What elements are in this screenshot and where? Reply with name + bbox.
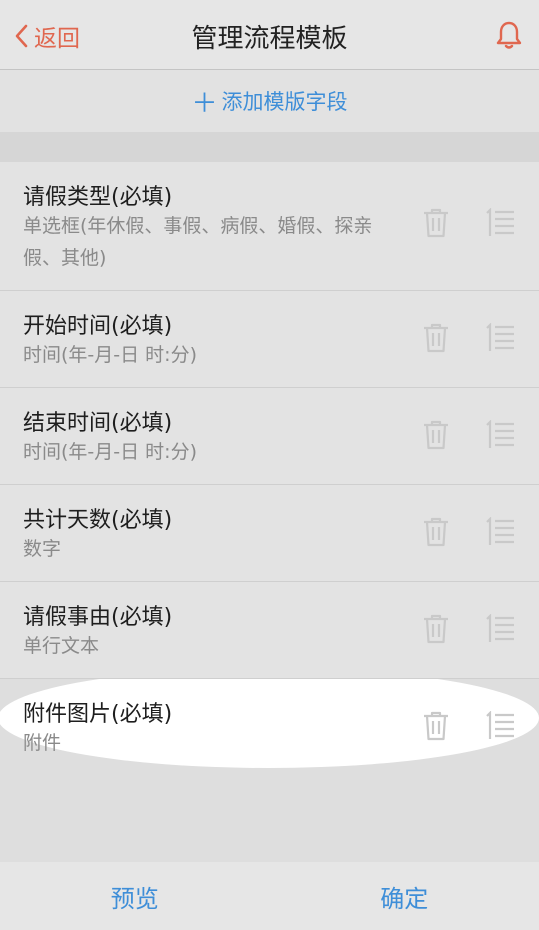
field-type: 时间(年-月-日 时:分)	[23, 344, 197, 366]
add-field-label: 添加模版字段	[221, 90, 348, 114]
field-row-leave-reason[interactable]: 请假事由(必填) 单行文本	[0, 582, 539, 679]
field-name: 附件图片(必填)	[23, 702, 173, 727]
trash-icon[interactable]	[421, 613, 451, 645]
plus-icon: ＋	[191, 88, 218, 119]
field-type: 单行文本	[23, 635, 100, 657]
field-name: 请假事由(必填)	[23, 605, 173, 630]
notification-bell-button[interactable]	[496, 20, 522, 54]
field-type: 附件	[23, 732, 62, 754]
trash-icon[interactable]	[421, 207, 451, 239]
sort-list-icon[interactable]	[484, 517, 516, 547]
trash-icon[interactable]	[421, 516, 451, 548]
trash-icon[interactable]	[421, 322, 451, 354]
field-row-total-days[interactable]: 共计天数(必填) 数字	[0, 485, 539, 582]
field-row-leave-type[interactable]: 请假类型(必填) 单选框(年休假、事假、病假、婚假、探亲假、其他)	[0, 162, 539, 291]
sort-list-icon[interactable]	[484, 420, 516, 450]
trash-icon[interactable]	[421, 710, 451, 742]
field-name: 开始时间(必填)	[23, 314, 173, 339]
confirm-button[interactable]: 确定	[270, 862, 539, 930]
field-list: 请假类型(必填) 单选框(年休假、事假、病假、婚假、探亲假、其他) 开始时间(必…	[0, 162, 539, 776]
section-divider	[0, 132, 539, 162]
page-title: 管理流程模板	[191, 24, 348, 54]
field-type: 时间(年-月-日 时:分)	[23, 441, 197, 463]
sort-list-icon[interactable]	[484, 323, 516, 353]
field-row-attachment[interactable]: 附件图片(必填) 附件	[0, 679, 539, 776]
sort-list-icon[interactable]	[484, 208, 516, 238]
sort-list-icon[interactable]	[484, 711, 516, 741]
field-type: 数字	[23, 538, 62, 560]
field-type: 单选框(年休假、事假、病假、婚假、探亲假、其他)	[23, 215, 373, 269]
field-row-start-time[interactable]: 开始时间(必填) 时间(年-月-日 时:分)	[0, 291, 539, 388]
add-template-field-button[interactable]: ＋ 添加模版字段	[0, 70, 539, 132]
bell-icon	[496, 21, 522, 49]
field-row-end-time[interactable]: 结束时间(必填) 时间(年-月-日 时:分)	[0, 388, 539, 485]
trash-icon[interactable]	[421, 419, 451, 451]
bottom-action-bar: 预览 确定	[0, 862, 539, 930]
field-name: 结束时间(必填)	[23, 411, 173, 436]
sort-list-icon[interactable]	[484, 614, 516, 644]
field-name: 共计天数(必填)	[23, 508, 173, 533]
top-bar: 返回 管理流程模板	[0, 0, 539, 70]
field-name: 请假类型(必填)	[23, 185, 173, 210]
preview-button[interactable]: 预览	[0, 862, 270, 930]
